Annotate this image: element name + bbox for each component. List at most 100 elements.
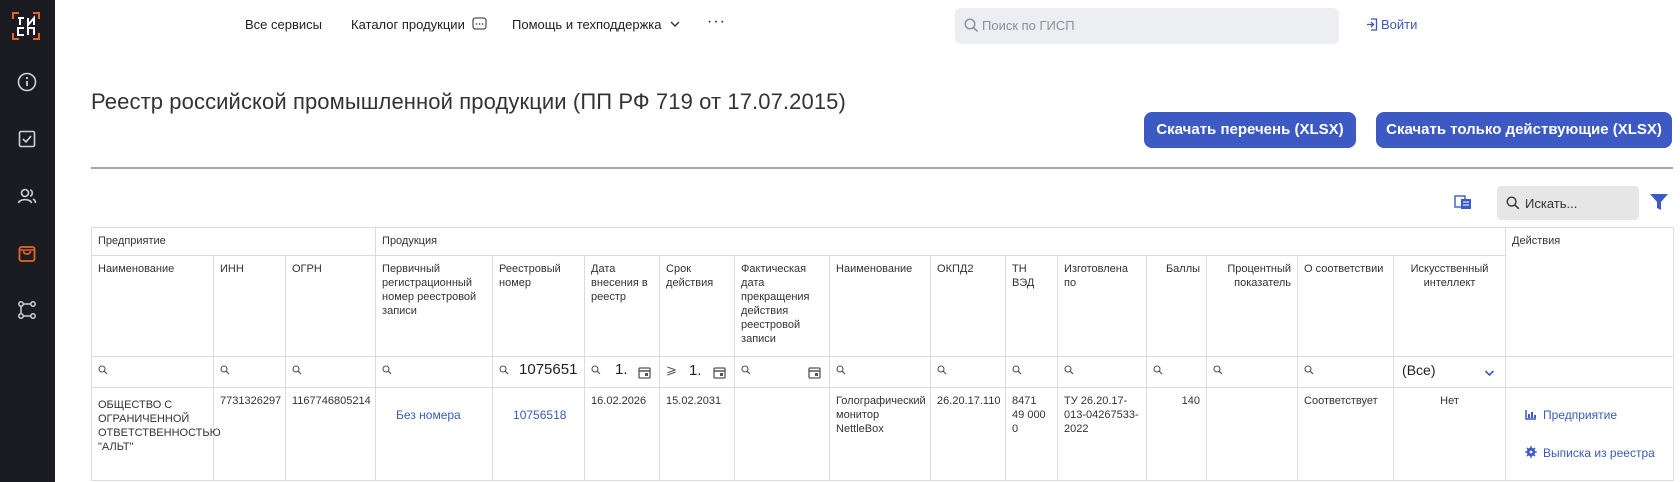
col-header-name[interactable]: Наименование bbox=[91, 255, 214, 357]
users-icon[interactable] bbox=[16, 185, 38, 207]
download-active-button[interactable]: Скачать только действующие (XLSX) bbox=[1376, 112, 1672, 148]
cell-score: 140 bbox=[1146, 387, 1208, 481]
action-extract-link[interactable]: Выписка из реестра bbox=[1525, 446, 1655, 460]
search-icon bbox=[741, 365, 751, 375]
search-icon bbox=[1064, 365, 1074, 375]
cell-primary-number-link[interactable]: Без номера bbox=[396, 408, 461, 422]
col-header-validity[interactable]: Срок действия bbox=[659, 255, 736, 357]
table-search-placeholder: Искать... bbox=[1525, 196, 1578, 211]
filter-validity[interactable]: ⩾ 1. bbox=[659, 356, 736, 388]
route-icon[interactable] bbox=[16, 299, 38, 321]
col-header-ogrn[interactable]: ОГРН bbox=[284, 255, 377, 357]
cell-made-by: ТУ 26.20.17-013-04267533-2022 bbox=[1057, 387, 1148, 481]
col-header-score[interactable]: Баллы bbox=[1146, 255, 1208, 357]
filter-conformity[interactable] bbox=[1297, 356, 1395, 388]
filter-percent[interactable] bbox=[1206, 356, 1299, 388]
col-header-inn[interactable]: ИНН bbox=[213, 255, 286, 357]
nav-catalog-label: Каталог продукции bbox=[351, 17, 465, 32]
login-label: Войти bbox=[1381, 17, 1418, 32]
filter-icon[interactable] bbox=[1649, 193, 1669, 211]
col-header-okpd2[interactable]: ОКПД2 bbox=[930, 255, 1007, 357]
band-enterprise: Предприятие bbox=[90, 227, 377, 256]
search-icon bbox=[964, 18, 979, 33]
checklist-icon[interactable] bbox=[16, 128, 38, 150]
action-extract-label: Выписка из реестра bbox=[1543, 446, 1655, 460]
col-header-reg-number[interactable]: Реестровый номер bbox=[492, 255, 586, 357]
search-icon bbox=[937, 365, 947, 375]
catalog-chat-icon bbox=[472, 17, 488, 30]
action-enterprise-link[interactable]: Предприятие bbox=[1525, 408, 1617, 422]
col-header-percent[interactable]: Процентный показатель bbox=[1206, 255, 1299, 357]
search-icon bbox=[220, 365, 230, 375]
filter-primary-number[interactable] bbox=[375, 356, 494, 388]
shopping-bag-icon[interactable] bbox=[16, 242, 38, 264]
col-header-ai[interactable]: Искусственный интеллект bbox=[1393, 255, 1507, 357]
more-menu-button[interactable]: ··· bbox=[707, 13, 726, 31]
col-header-product-name[interactable]: Наименование bbox=[829, 255, 932, 357]
filter-reg-number-value: 1075651 bbox=[519, 361, 578, 379]
filter-end-date[interactable] bbox=[734, 356, 831, 388]
action-enterprise-label: Предприятие bbox=[1543, 408, 1617, 422]
nav-help[interactable]: Помощь и техподдержка bbox=[512, 17, 681, 32]
download-list-button[interactable]: Скачать перечень (XLSX) bbox=[1144, 112, 1356, 148]
cell-validity: 15.02.2031 bbox=[659, 387, 736, 481]
filter-reg-number[interactable]: 1075651 bbox=[492, 356, 586, 388]
filter-tnved[interactable] bbox=[1005, 356, 1059, 388]
chevron-down-icon bbox=[1484, 370, 1495, 377]
nav-all-services[interactable]: Все сервисы bbox=[245, 17, 322, 32]
cell-conformity: Соответствует bbox=[1297, 387, 1395, 481]
calendar-icon[interactable] bbox=[808, 366, 821, 379]
filter-score[interactable] bbox=[1146, 356, 1208, 388]
cell-percent bbox=[1206, 387, 1299, 481]
filter-ai-value: (Все) bbox=[1402, 362, 1436, 378]
band-actions: Действия bbox=[1505, 227, 1675, 357]
filter-name[interactable] bbox=[91, 356, 214, 388]
search-icon bbox=[1153, 365, 1163, 375]
col-header-end-date[interactable]: Фактическая дата прекращения действия ре… bbox=[734, 255, 831, 357]
table-search-input[interactable]: Искать... bbox=[1497, 186, 1639, 220]
col-header-primary-number[interactable]: Первичный регистрационный номер реестров… bbox=[375, 255, 494, 357]
login-button[interactable]: Войти bbox=[1366, 17, 1417, 32]
filter-date-added[interactable]: 1. bbox=[584, 356, 661, 388]
filter-actions bbox=[1505, 356, 1675, 388]
column-chooser-icon[interactable] bbox=[1454, 194, 1472, 210]
col-header-tnved[interactable]: ТН ВЭД bbox=[1005, 255, 1059, 357]
col-header-made-by[interactable]: Изготовлена по bbox=[1057, 255, 1148, 357]
filter-okpd2[interactable] bbox=[930, 356, 1007, 388]
filter-validity-operator[interactable]: ⩾ bbox=[666, 362, 677, 377]
filter-ai-select[interactable]: (Все) bbox=[1393, 356, 1507, 388]
cell-end-date bbox=[734, 387, 831, 481]
search-icon bbox=[836, 365, 846, 375]
divider bbox=[91, 167, 1673, 169]
cell-reg-number-link[interactable]: 10756518 bbox=[513, 408, 566, 422]
chevron-down-icon bbox=[670, 21, 680, 27]
cell-date-added: 16.02.2026 bbox=[584, 387, 661, 481]
page-title: Реестр российской промышленной продукции… bbox=[91, 89, 846, 114]
filter-row: 1075651 1. ⩾ 1. (Все) bbox=[91, 356, 1675, 388]
search-icon bbox=[1213, 365, 1223, 375]
filter-validity-value: 1. bbox=[688, 362, 702, 380]
filter-inn[interactable] bbox=[213, 356, 286, 388]
cell-tnved: 8471 49 000 0 bbox=[1005, 387, 1059, 481]
info-icon[interactable] bbox=[16, 71, 38, 93]
calendar-icon[interactable] bbox=[713, 366, 726, 379]
table-row[interactable]: ОБЩЕСТВО С ОГРАНИЧЕННОЙ ОТВЕТСТВЕННОСТЬЮ… bbox=[91, 387, 1675, 481]
filter-ogrn[interactable] bbox=[284, 356, 377, 388]
filter-made-by[interactable] bbox=[1057, 356, 1148, 388]
col-header-conformity[interactable]: О соответствии bbox=[1297, 255, 1395, 357]
calendar-icon[interactable] bbox=[638, 366, 651, 379]
nav-catalog[interactable]: Каталог продукции bbox=[351, 17, 488, 32]
col-header-date-added[interactable]: Дата внесения в реестр bbox=[584, 255, 661, 357]
cell-okpd2: 26.20.17.110 bbox=[930, 387, 1007, 481]
cell-ai: Нет bbox=[1393, 387, 1507, 481]
column-header-row: Наименование ИНН ОГРН Первичный регистра… bbox=[91, 255, 1674, 357]
filter-product-name[interactable] bbox=[829, 356, 932, 388]
global-search-placeholder: Поиск по ГИСП bbox=[982, 18, 1075, 33]
filter-date-added-value: 1. bbox=[615, 361, 628, 379]
cell-actions: Предприятие Выписка из реестра bbox=[1505, 387, 1675, 481]
gisp-logo[interactable] bbox=[11, 11, 41, 41]
global-search-input[interactable]: Поиск по ГИСП bbox=[955, 8, 1339, 44]
nav-help-label: Помощь и техподдержка bbox=[512, 17, 662, 32]
header-band-row: Предприятие Продукция Действия bbox=[90, 227, 1675, 357]
search-icon bbox=[292, 365, 302, 375]
